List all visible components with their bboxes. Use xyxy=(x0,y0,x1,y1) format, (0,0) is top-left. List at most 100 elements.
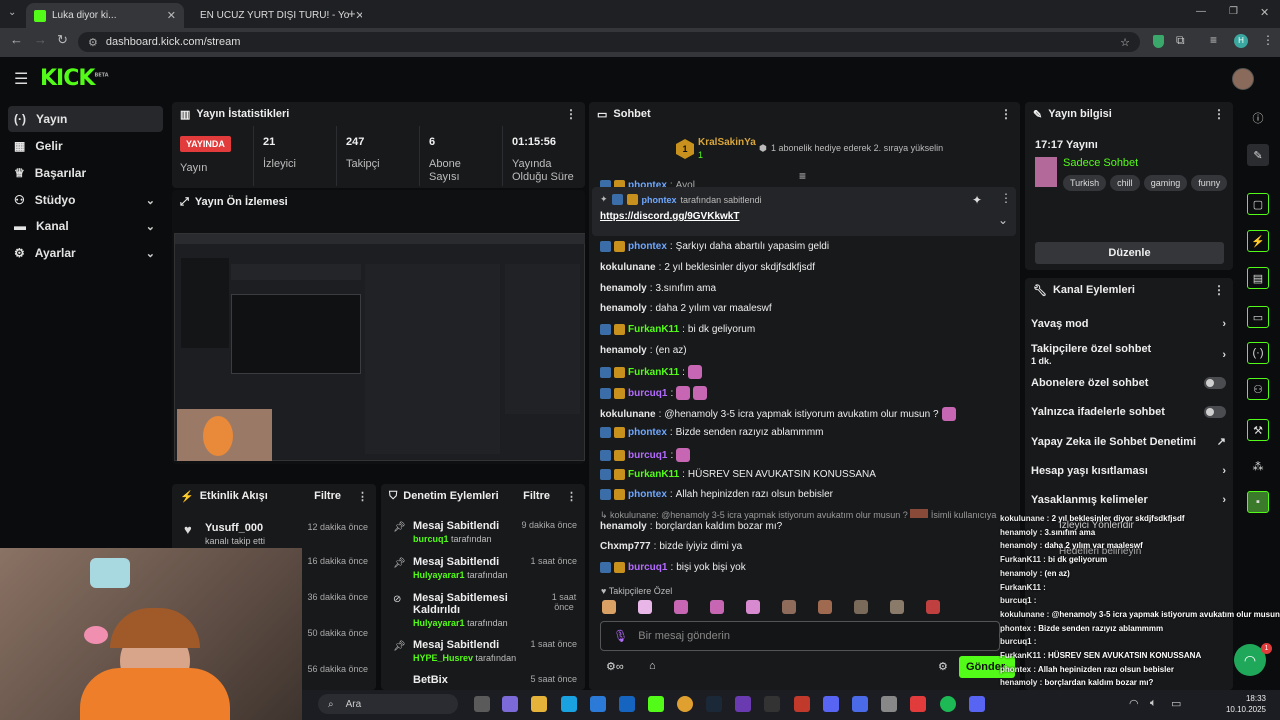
hamburger-menu-icon[interactable]: ☰ xyxy=(14,69,28,89)
chat-username[interactable]: FurkanK11 xyxy=(628,324,679,335)
chat-filter-icon[interactable]: ≡ xyxy=(799,169,806,183)
chevron-down-icon[interactable]: ⌄ xyxy=(998,213,1008,227)
app-icon[interactable] xyxy=(794,696,810,712)
app-icon[interactable] xyxy=(823,696,839,712)
chat-username[interactable]: henamoly xyxy=(600,345,647,356)
spotify-icon[interactable] xyxy=(940,696,956,712)
back-icon[interactable]: ← xyxy=(10,32,23,47)
wifi-icon[interactable]: ◠ xyxy=(1129,697,1139,710)
chat-username[interactable]: phontex xyxy=(628,241,667,252)
pinned-link[interactable]: https://discord.gg/9GVKkwkT xyxy=(600,211,739,222)
chat-username[interactable]: henamoly xyxy=(600,521,647,532)
chat-input[interactable]: 🎙︎ Bir mesaj gönderin xyxy=(600,621,1000,651)
window-close-icon[interactable]: ✕ xyxy=(1260,6,1269,19)
reload-icon[interactable]: ↻ xyxy=(57,32,68,48)
sidebar-item-gelir[interactable]: ▦ Gelir xyxy=(8,133,163,159)
screen-icon[interactable]: ▢ xyxy=(1247,193,1269,215)
account-age-item[interactable]: Hesap yaşı kısıtlaması › xyxy=(1031,465,1226,477)
new-tab-icon[interactable]: + xyxy=(348,6,356,21)
app-icon[interactable] xyxy=(735,696,751,712)
sidebar-item-yayin[interactable]: (·) Yayın xyxy=(8,106,163,132)
extension-icon[interactable]: ▪ xyxy=(1247,491,1269,513)
subscribers-only-toggle[interactable] xyxy=(1204,377,1226,389)
battery-icon[interactable]: ▭ xyxy=(1171,697,1181,710)
preview-video[interactable] xyxy=(174,233,585,461)
edit-button[interactable]: Düzenle xyxy=(1035,242,1224,264)
taskbar-clock[interactable]: 18:33 10.10.2025 xyxy=(1222,693,1266,715)
sidebar-item-kanal[interactable]: ▬ Kanal ⌄ xyxy=(8,213,163,239)
sidebar-item-basarilar[interactable]: ♕ Başarılar xyxy=(8,160,163,186)
site-info-icon[interactable]: ⚙ xyxy=(88,36,98,49)
subscribers-only-item[interactable]: Abonelere özel sohbet xyxy=(1031,377,1226,389)
users-icon[interactable]: ⚇ xyxy=(1247,378,1269,400)
chat-username[interactable]: phontex xyxy=(628,489,667,500)
more-options-icon[interactable]: ⋮ xyxy=(1213,283,1225,297)
kick-app-icon[interactable] xyxy=(648,696,664,712)
chat-username[interactable]: henamoly xyxy=(600,303,647,314)
copilot-icon[interactable] xyxy=(502,696,518,712)
chat-username[interactable]: burcuq1 xyxy=(628,450,667,461)
obs-icon[interactable] xyxy=(881,696,897,712)
filter-button[interactable]: Filtre xyxy=(523,490,550,502)
filter-button[interactable]: Filtre xyxy=(314,490,341,502)
file-explorer-icon[interactable] xyxy=(531,696,547,712)
chrome-icon[interactable] xyxy=(677,696,693,712)
document-icon[interactable]: ▤ xyxy=(1247,267,1269,289)
microphone-icon[interactable]: 🎙︎ xyxy=(613,629,628,643)
store-icon[interactable]: ⌂ xyxy=(649,660,656,672)
more-options-icon[interactable]: ⋮ xyxy=(357,490,368,503)
url-field[interactable]: ⚙ dashboard.kick.com/stream ☆ xyxy=(78,32,1140,52)
slow-mode-item[interactable]: Yavaş mod › xyxy=(1031,318,1226,330)
chat-settings-icon[interactable]: ⚙∞ xyxy=(606,660,624,673)
top-gifter-name[interactable]: KralSakinYa xyxy=(698,137,756,148)
emote-bar[interactable] xyxy=(602,600,1000,616)
more-options-icon[interactable]: ⋮ xyxy=(1000,107,1012,121)
steam-icon[interactable] xyxy=(706,696,722,712)
banned-words-item[interactable]: Yasaklanmış kelimeler › xyxy=(1031,494,1226,506)
store-icon[interactable] xyxy=(590,696,606,712)
chat-username[interactable]: FurkanK11 xyxy=(628,469,679,480)
close-tab-icon[interactable]: ✕ xyxy=(355,9,362,22)
app-icon[interactable] xyxy=(852,696,868,712)
volume-icon[interactable]: 🔈︎ xyxy=(1150,697,1157,710)
chat-username[interactable]: kokulunane xyxy=(600,409,656,420)
gear-icon[interactable]: ⚙ xyxy=(938,660,948,673)
maximize-icon[interactable]: ❐ xyxy=(1229,6,1238,17)
forward-icon[interactable]: → xyxy=(34,32,47,47)
broadcast-icon[interactable]: (·) xyxy=(1247,342,1269,364)
more-options-icon[interactable]: ⋮ xyxy=(1000,191,1012,205)
unpin-icon[interactable]: ✦ xyxy=(972,193,982,207)
extensions-icon[interactable]: ⧉ xyxy=(1176,33,1185,48)
more-options-icon[interactable]: ⋮ xyxy=(565,107,577,121)
sidebar-item-studyo[interactable]: ⚇ Stüdyo ⌄ xyxy=(8,187,163,213)
chat-username[interactable]: burcuq1 xyxy=(628,388,667,399)
sidebar-item-ayarlar[interactable]: ⚙ Ayarlar ⌄ xyxy=(8,240,163,266)
browser-tab-kick[interactable]: Luka diyor ki... ✕ xyxy=(26,3,184,28)
pencil-icon[interactable]: ✎ xyxy=(1247,144,1269,166)
user-avatar[interactable] xyxy=(1232,68,1254,90)
chat-username[interactable]: burcuq1 xyxy=(628,562,667,573)
browser-menu-icon[interactable]: ⋮ xyxy=(1262,33,1274,47)
browser-tab-youtube[interactable]: EN UCUZ YURT DIŞI TURU! - Yo ✕ xyxy=(186,3,362,28)
emote-only-toggle[interactable] xyxy=(1204,406,1226,418)
more-options-icon[interactable]: ⋮ xyxy=(1213,107,1225,121)
lightning-icon[interactable]: ⚡ xyxy=(1247,230,1269,252)
outlook-icon[interactable] xyxy=(619,696,635,712)
task-view-icon[interactable] xyxy=(474,696,490,712)
chat-username[interactable]: phontex xyxy=(628,427,667,438)
apps-icon[interactable]: ⁂ xyxy=(1247,455,1269,477)
epic-games-icon[interactable] xyxy=(764,696,780,712)
taskbar-search[interactable]: ⌕ Ara xyxy=(318,694,458,714)
chat-icon[interactable]: ▭ xyxy=(1247,306,1269,328)
shield-extension-icon[interactable] xyxy=(1153,35,1164,48)
category-name[interactable]: Sadece Sohbet xyxy=(1063,157,1138,169)
ai-moderation-item[interactable]: Yapay Zeka ile Sohbet Denetimi ↗ xyxy=(1031,435,1226,449)
minimize-icon[interactable]: — xyxy=(1196,6,1206,17)
tab-search-icon[interactable]: ⌄ xyxy=(8,7,16,18)
edge-icon[interactable] xyxy=(561,696,577,712)
chat-username[interactable]: FurkanK11 xyxy=(628,367,679,378)
kick-logo[interactable]: KICKBETA xyxy=(40,66,109,91)
media-controls-icon[interactable]: ≡ xyxy=(1210,33,1217,47)
app-icon[interactable] xyxy=(910,696,926,712)
info-icon[interactable]: ⓘ xyxy=(1247,107,1269,129)
